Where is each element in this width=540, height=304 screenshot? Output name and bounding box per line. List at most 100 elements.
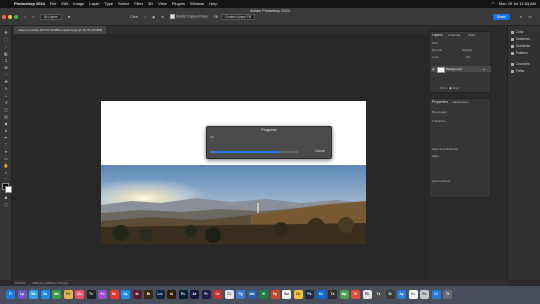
menu-view[interactable]: View: [158, 0, 167, 8]
dock-color[interactable]: Color: [511, 30, 524, 34]
more-tools-icon[interactable]: ⋯: [3, 176, 9, 181]
dock-app-icon[interactable]: Ms: [29, 290, 38, 299]
share-button[interactable]: Share: [492, 14, 510, 20]
rectangle-tool-icon[interactable]: ▭: [3, 156, 9, 161]
dock-app-icon[interactable]: Ov: [316, 290, 326, 299]
search-icon[interactable]: ⌕: [520, 14, 522, 19]
dock-app-icon[interactable]: Xl: [259, 290, 268, 299]
swap-icon[interactable]: ⇄: [68, 15, 71, 19]
dock-app-icon[interactable]: Tv: [86, 290, 96, 299]
ratio-select[interactable]: All Layers: [39, 13, 62, 20]
dock-channels[interactable]: Channels: [511, 62, 529, 66]
document-tab[interactable]: maxime-steckle-ZtKGSYMHBB-unsplash.jpg @…: [14, 26, 107, 34]
fill-select[interactable]: Content-Aware Fill: [220, 13, 255, 20]
blur-tool-icon[interactable]: ◆: [3, 121, 9, 126]
zoom-level[interactable]: 16.67%: [15, 281, 25, 285]
zoom-tool-icon[interactable]: ⌕: [3, 170, 9, 175]
menu-file[interactable]: File: [50, 0, 56, 8]
menu-select[interactable]: Select: [118, 0, 129, 8]
straighten-icon[interactable]: ⟋: [144, 15, 146, 19]
dock-app-icon[interactable]: Ap: [397, 290, 406, 299]
dock-app-icon[interactable]: Gm: [282, 290, 291, 299]
tab-layers[interactable]: Layers: [432, 33, 443, 37]
dock-patterns[interactable]: Patterns: [511, 51, 528, 55]
menu-type[interactable]: Type: [104, 0, 113, 8]
minimize-window-button[interactable]: [8, 14, 12, 19]
dock-app-icon[interactable]: Mu: [75, 290, 84, 299]
dock-app-icon[interactable]: Br: [144, 290, 153, 299]
dock-app-icon[interactable]: Ap: [121, 290, 130, 299]
dock-app-icon[interactable]: Mp: [339, 290, 349, 299]
dock-app-icon[interactable]: Fn: [420, 290, 429, 299]
menu-3d[interactable]: 3D: [148, 0, 153, 8]
menu-image[interactable]: Image: [73, 0, 84, 8]
document-canvas[interactable]: [101, 101, 366, 244]
dock-app-icon[interactable]: Tx: [374, 290, 383, 299]
dock-app-icon[interactable]: Fi: [6, 290, 15, 299]
opacity-label[interactable]: Opacity:: [462, 48, 473, 52]
dock-app-icon[interactable]: St: [385, 290, 395, 299]
dock-app-icon[interactable]: Cl: [351, 290, 360, 299]
tab-channels[interactable]: Channels: [448, 33, 461, 37]
quick-mask-icon[interactable]: ◙: [3, 195, 9, 200]
eyedropper-icon[interactable]: ⟋: [3, 72, 9, 77]
menu-filter[interactable]: Filter: [134, 0, 143, 8]
dock-app-icon[interactable]: Ma: [52, 290, 61, 299]
brush-tool-icon[interactable]: ✎: [3, 86, 9, 91]
frame-tool-icon[interactable]: ⊠: [3, 65, 9, 70]
fill-label[interactable]: Fill:: [466, 55, 471, 59]
dock-app-icon[interactable]: Ae: [190, 290, 199, 299]
hand-tool-icon[interactable]: ✋: [3, 163, 9, 168]
menu-window[interactable]: Window: [190, 0, 204, 8]
dock-app-icon[interactable]: Id: [132, 290, 142, 299]
layer-name[interactable]: Background: [446, 67, 462, 71]
dock-app-icon[interactable]: Cl: [224, 290, 234, 299]
pen-tool-icon[interactable]: ✒: [3, 135, 9, 140]
tab-adjustments[interactable]: Adjustments: [452, 100, 469, 104]
dock-app-icon[interactable]: Ps: [305, 290, 314, 299]
dock-app-icon[interactable]: Ps: [178, 290, 188, 299]
gradient-tool-icon[interactable]: ▤: [3, 114, 9, 119]
move-tool-icon[interactable]: ✥: [3, 30, 9, 35]
dock-app-icon[interactable]: Pg: [236, 290, 245, 299]
dock-app-icon[interactable]: Pp: [270, 290, 280, 299]
dock-app-icon[interactable]: Lrc: [155, 290, 165, 299]
dock-app-icon[interactable]: Ch: [293, 290, 303, 299]
settings-icon[interactable]: ⚙: [161, 15, 164, 19]
dock-app-icon[interactable]: Ph: [362, 290, 372, 299]
lasso-tool-icon[interactable]: ◌: [3, 44, 9, 49]
dock-app-icon[interactable]: Cc: [213, 290, 222, 299]
object-select-icon[interactable]: ⬕: [3, 51, 9, 56]
crop-tool-icon[interactable]: ⌗: [3, 58, 9, 63]
blend-mode-select[interactable]: Normal: [432, 48, 442, 52]
layer-actions-icons[interactable]: ⊘ fx ◐ ▣ ⊞ ⊟: [440, 86, 459, 90]
wifi-icon[interactable]: ◠: [491, 0, 495, 8]
menu-layer[interactable]: Layer: [89, 0, 99, 8]
dock-app-icon[interactable]: Ph: [63, 290, 73, 299]
layer-row[interactable]: ◉ Background 🔒︎: [431, 66, 491, 73]
path-select-icon[interactable]: ➤: [3, 149, 9, 154]
transform-section[interactable]: Transform: [432, 119, 446, 123]
dock-app-icon[interactable]: Lp: [17, 290, 27, 299]
dock-app-icon[interactable]: Ne: [109, 290, 119, 299]
dock-paths[interactable]: Paths: [511, 69, 524, 73]
dock-swatches[interactable]: Swatches: [511, 37, 530, 41]
grid-icon[interactable]: ▦: [152, 15, 155, 19]
dock-app-icon[interactable]: Dl: [431, 290, 441, 299]
cancel-button[interactable]: Cancel: [313, 149, 327, 153]
dock-app-icon[interactable]: Ai: [167, 290, 176, 299]
kind-filter[interactable]: Kind: [432, 41, 438, 45]
eraser-tool-icon[interactable]: ◫: [3, 107, 9, 112]
history-brush-icon[interactable]: ↺: [3, 100, 9, 105]
dock-app-icon[interactable]: Sa: [40, 290, 50, 299]
visibility-eye-icon[interactable]: ◉: [432, 67, 435, 71]
clone-stamp-icon[interactable]: ⊥: [3, 93, 9, 98]
align-section[interactable]: Align and Distribute: [432, 147, 458, 151]
menu-app-name[interactable]: Photoshop 2024: [14, 0, 45, 8]
background-color-swatch[interactable]: [5, 186, 12, 193]
dodge-tool-icon[interactable]: ●: [3, 128, 9, 133]
clock[interactable]: Mon 29 Jul 11:53 AM: [499, 0, 536, 8]
dock-app-icon[interactable]: Po: [98, 290, 107, 299]
clear-button[interactable]: Clear: [130, 15, 138, 19]
marquee-tool-icon[interactable]: ⬚: [3, 37, 9, 42]
